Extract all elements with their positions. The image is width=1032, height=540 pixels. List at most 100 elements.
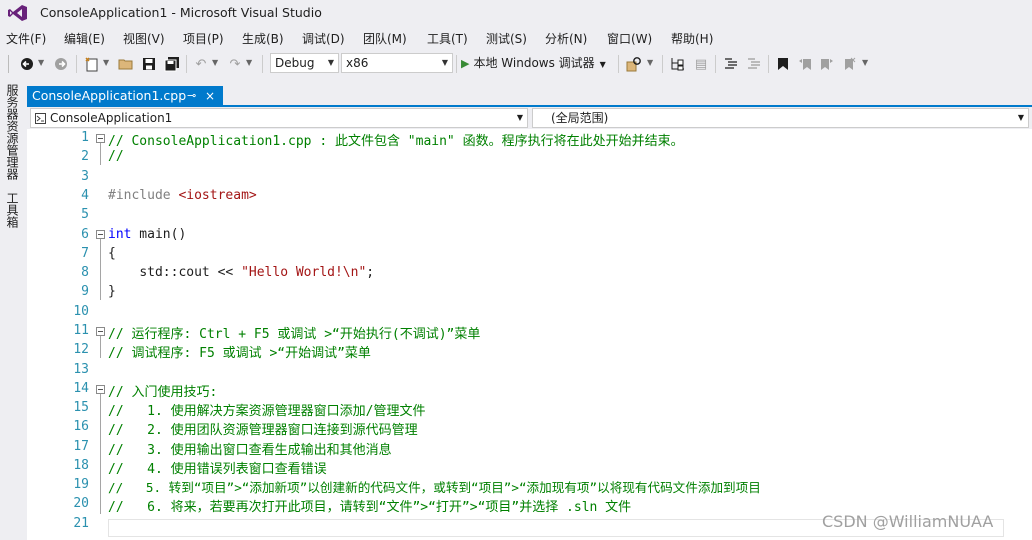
code-line-2: // [108,149,124,164]
line-number: 19 [73,477,89,492]
line-number: 9 [81,284,89,299]
toolbar-separator [768,55,769,73]
line-number: 16 [73,419,89,434]
menu-team[interactable]: 团队(M) [363,30,407,47]
close-icon[interactable]: × [205,86,215,106]
document-tab-consoleapplication1-cpp[interactable]: ConsoleApplication1.cpp ⊸ × [27,86,223,106]
chevron-down-icon: ▼ [441,58,448,67]
previous-bookmark-icon[interactable] [796,55,814,73]
watermark: CSDN @WilliamNUAA [822,512,994,531]
clear-bookmarks-icon[interactable] [840,55,858,73]
line-number: 11 [73,323,89,338]
collapse-region-icon[interactable] [96,385,105,394]
server-explorer-tab[interactable]: 服务器资源管理器 [4,84,21,180]
menu-tools[interactable]: 工具(T) [427,30,468,47]
include-file: <iostream> [178,188,257,203]
line-number: 21 [73,516,89,531]
visual-studio-logo-icon [8,5,27,21]
solution-configuration-select[interactable]: Debug ▼ [270,53,339,73]
line-number: 14 [73,381,89,396]
collapse-region-icon[interactable] [96,327,105,336]
chevron-down-icon: ▼ [599,60,606,69]
toolbar-separator [76,55,77,73]
collapse-region-icon[interactable] [96,134,105,143]
toolbar-grip[interactable] [8,55,9,73]
toolbar-separator [456,55,457,73]
solution-platform-select[interactable]: x86 ▼ [341,53,453,73]
toggle-bookmark-icon[interactable] [774,55,792,73]
menu-project[interactable]: 项目(P) [183,30,224,47]
toolbar-separator [262,55,263,73]
toolbox-tab[interactable]: 工具箱 [4,192,21,228]
navigate-back-icon[interactable] [18,55,36,73]
global-scope-select[interactable]: (全局范围) ▼ [532,108,1029,128]
solution-explorer-icon[interactable] [669,55,687,73]
play-icon: ▶ [461,57,470,70]
line-number: 7 [81,246,89,261]
include-directive: #include [108,188,171,203]
code-line-16: // 2. 使用团队资源管理器窗口连接到源代码管理 [108,423,418,438]
toolbar-separator [662,55,663,73]
properties-icon[interactable]: ▤ [692,55,710,73]
document-tab-well: ConsoleApplication1.cpp ⊸ × [27,86,1032,106]
menu-view[interactable]: 视图(V) [123,30,165,47]
menu-test[interactable]: 测试(S) [486,30,527,47]
chevron-down-icon: ▼ [1017,113,1024,122]
fold-guide [100,336,101,358]
code-line-14: // 入门使用技巧: [108,385,218,400]
undo-dropdown-icon[interactable]: ▼ [212,58,218,67]
find-dropdown-icon[interactable]: ▼ [647,58,653,67]
navigate-forward-icon[interactable] [52,55,70,73]
project-icon [35,113,46,124]
fold-guide [100,239,101,300]
new-project-icon[interactable] [83,55,101,73]
save-all-icon[interactable] [163,55,181,73]
line-number: 18 [73,458,89,473]
global-scope-value: (全局范围) [551,111,609,125]
redo-icon[interactable]: ↷ [226,55,244,73]
project-scope-select[interactable]: ConsoleApplication1 ▼ [30,108,528,128]
collapse-region-icon[interactable] [96,230,105,239]
open-file-icon[interactable] [117,55,135,73]
undo-icon[interactable]: ↶ [192,55,210,73]
int-keyword: int [108,227,132,242]
line-number: 13 [73,362,89,377]
menu-build[interactable]: 生成(B) [242,30,284,47]
code-line-6: int main() [108,227,186,242]
toolbar-overflow-icon[interactable]: ▼ [862,58,868,67]
find-in-files-icon[interactable] [625,55,643,73]
menu-help[interactable]: 帮助(H) [671,30,713,47]
toolbar-separator [186,55,187,73]
line-number: 3 [81,169,89,184]
line-number: 15 [73,400,89,415]
comment-lines-icon[interactable] [722,55,740,73]
project-scope-value: ConsoleApplication1 [50,111,173,125]
menu-analyze[interactable]: 分析(N) [545,30,587,47]
navigate-back-dropdown-icon[interactable]: ▼ [38,58,44,67]
code-line-8: std::cout << "Hello World!\n"; [108,265,374,280]
line-number: 12 [73,342,89,357]
line-number: 20 [73,496,89,511]
uncomment-lines-icon[interactable] [745,55,763,73]
menu-window[interactable]: 窗口(W) [607,30,652,47]
toolbar-separator [618,55,619,73]
window-title: ConsoleApplication1 - Microsoft Visual S… [40,5,322,20]
next-bookmark-icon[interactable] [818,55,836,73]
save-icon[interactable] [140,55,158,73]
pin-icon[interactable]: ⊸ [187,86,196,106]
solution-configuration-value: Debug [275,56,315,70]
document-tab-label: ConsoleApplication1.cpp [32,88,187,103]
start-debugging-button[interactable]: ▶ 本地 Windows 调试器 ▼ [461,54,606,71]
line-number: 8 [81,265,89,280]
code-line-19: // 5. 转到“项目”>“添加新项”以创建新的代码文件，或转到“项目”>“添加… [108,480,761,495]
new-project-dropdown-icon[interactable]: ▼ [103,58,109,67]
menu-file[interactable]: 文件(F) [6,30,46,47]
menu-edit[interactable]: 编辑(E) [64,30,105,47]
solution-platform-value: x86 [346,56,369,70]
code-line-18: // 4. 使用错误列表窗口查看错误 [108,462,327,477]
menu-bar: 文件(F) 编辑(E) 视图(V) 项目(P) 生成(B) 调试(D) 团队(M… [0,27,1032,49]
main-signature: main() [131,227,187,242]
menu-debug[interactable]: 调试(D) [302,30,345,47]
redo-dropdown-icon[interactable]: ▼ [246,58,252,67]
line-number: 5 [81,207,89,222]
